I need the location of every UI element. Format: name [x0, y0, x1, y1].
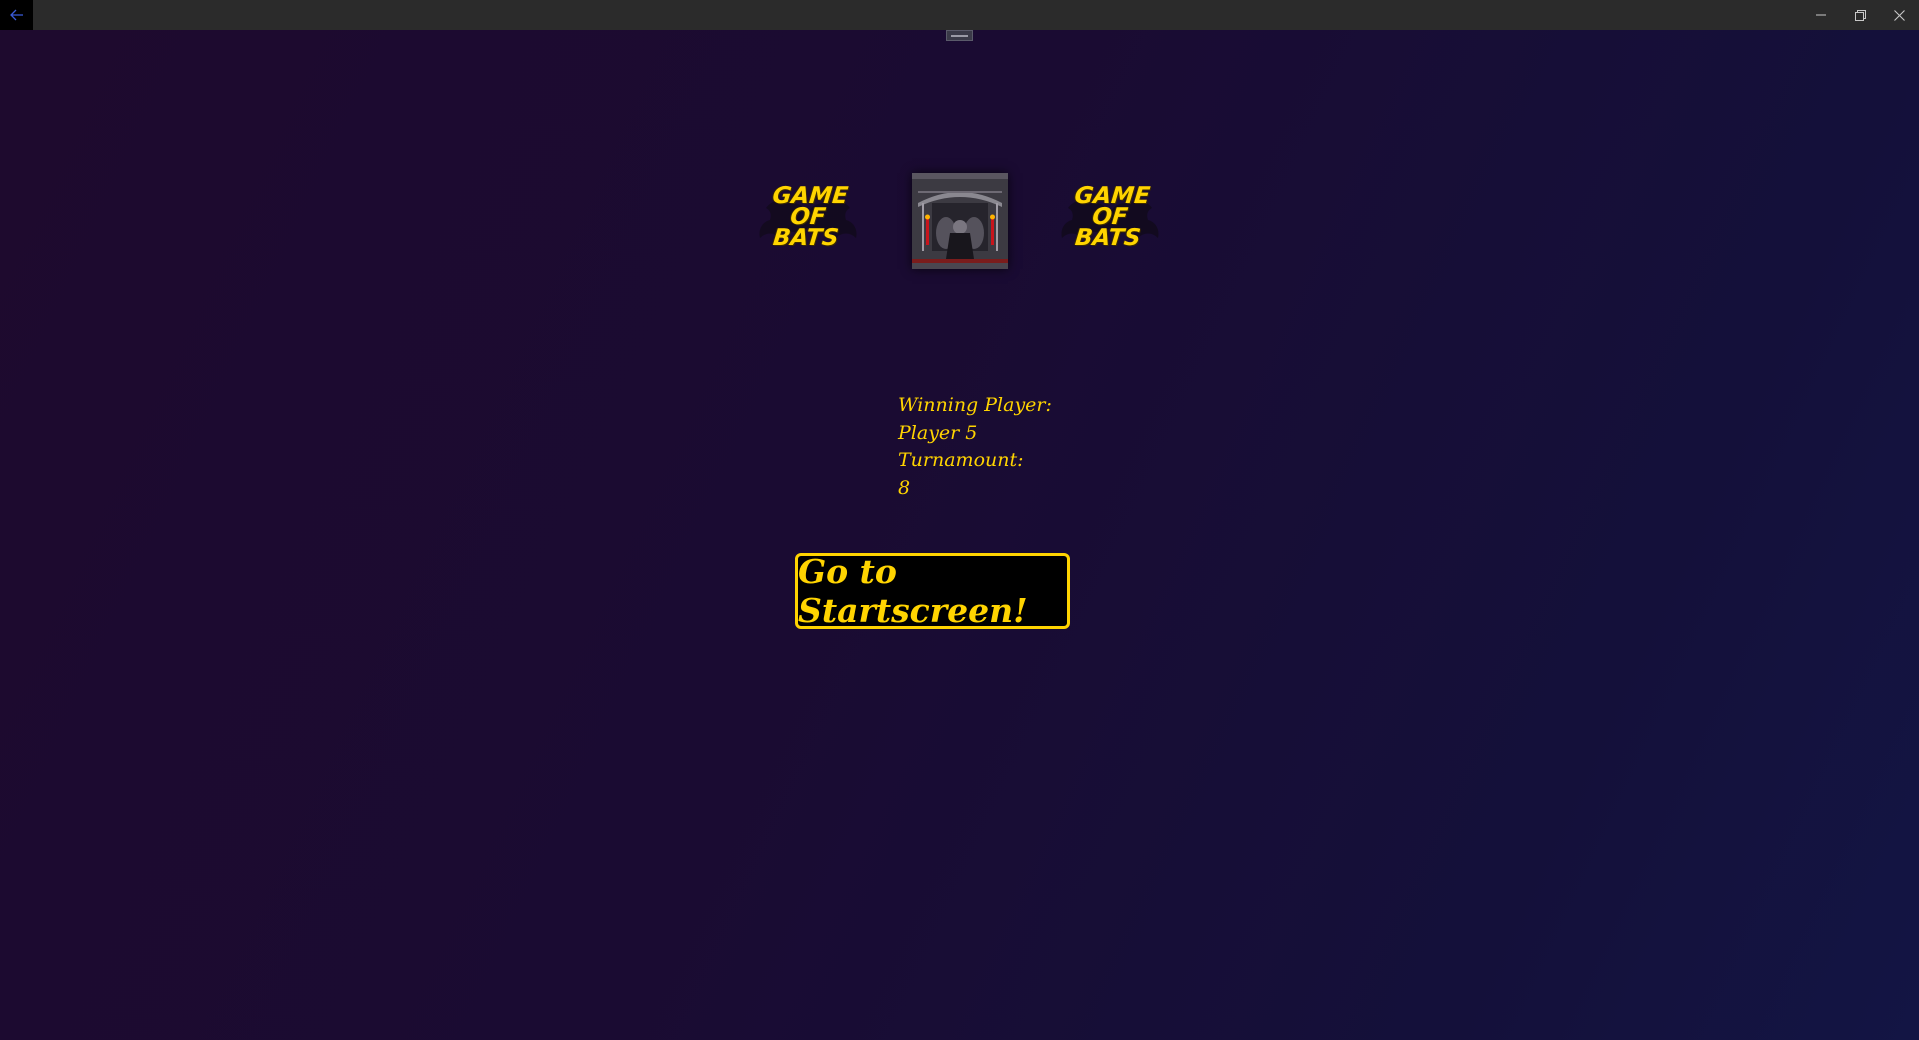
logo-line-3: BATS: [771, 225, 840, 251]
close-icon: [1893, 9, 1905, 21]
turn-amount-value: 8: [898, 476, 911, 499]
turn-amount-label: Turnamount:: [898, 449, 1024, 471]
restore-button[interactable]: [1840, 0, 1880, 30]
go-to-startscreen-button[interactable]: Go to Startscreen!: [795, 552, 1070, 630]
back-arrow-icon: [9, 9, 23, 21]
close-button[interactable]: [1879, 0, 1919, 30]
minimize-button[interactable]: [1801, 0, 1841, 30]
game-of-bats-logo-right: GAME OF BATS: [1060, 178, 1160, 268]
logo-text: GAME OF BATS: [755, 183, 862, 251]
restore-icon: [1854, 9, 1866, 21]
title-bar: [0, 0, 1919, 30]
winning-player-value: Player 5: [898, 421, 978, 444]
game-of-bats-logo-left: GAME OF BATS: [758, 178, 858, 268]
logo-line-3: BATS: [1073, 225, 1142, 251]
winning-player-label: Winning Player:: [898, 394, 1052, 416]
handle-grip: [951, 34, 968, 37]
game-result: Winning Player: Player 5 Turnamount: 8: [898, 392, 1052, 502]
top-drag-handle[interactable]: [946, 30, 973, 41]
logo-text: GAME OF BATS: [1057, 183, 1164, 251]
minimize-icon: [1816, 14, 1826, 16]
castle-throne-image: [912, 173, 1008, 269]
back-button[interactable]: [0, 0, 33, 30]
